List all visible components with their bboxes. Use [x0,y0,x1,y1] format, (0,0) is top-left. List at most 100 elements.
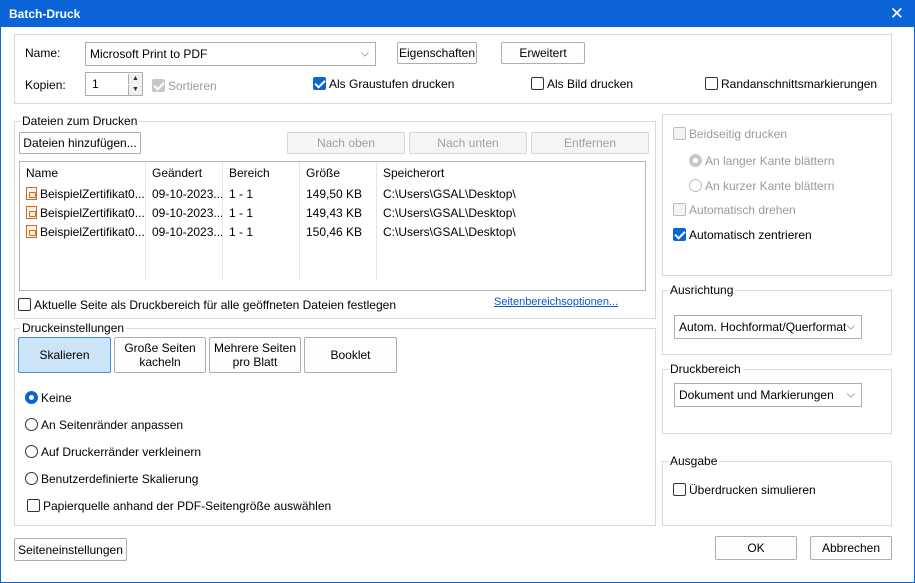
custom-scale-radio[interactable] [25,472,38,485]
files-table[interactable]: Name Geändert Bereich Größe Speicherort … [19,161,646,291]
scale-none-label: Keine [41,391,72,405]
orientation-select[interactable]: Autom. Hochformat/Querformat ⌵ [674,315,862,339]
file-modified: 09-10-2023... [146,204,223,223]
current-page-checkbox[interactable] [18,298,31,311]
table-row[interactable]: BeispielZertifikat0... 09-10-2023... 1 -… [20,223,645,242]
as-image-checkbox[interactable] [531,77,544,90]
chevron-down-icon: ⌵ [360,47,369,60]
pdf-file-icon [26,187,37,200]
output-legend: Ausgabe [668,454,720,468]
print-settings-legend: Druckeinstellungen [20,321,127,335]
stepper-down-icon[interactable]: ▼ [128,85,142,95]
tab-booklet[interactable]: Booklet [304,337,397,373]
copies-stepper[interactable]: 1 ▲ ▼ [85,72,143,96]
scale-none-radio[interactable] [25,391,38,404]
table-row[interactable]: BeispielZertifikat0... 09-10-2023... 1 -… [20,185,645,204]
range-options-link[interactable]: Seitenbereichsoptionen... [494,296,618,308]
as-image-label: Als Bild drucken [547,77,634,91]
current-page-label: Aktuelle Seite als Druckbereich für alle… [34,298,396,312]
move-down-button[interactable]: Nach unten [409,132,527,154]
file-location: C:\Users\GSAL\Desktop\ [383,225,516,239]
table-row[interactable]: BeispielZertifikat0... 09-10-2023... 1 -… [20,204,645,223]
column-header-name[interactable]: Name [20,162,146,184]
column-header-range[interactable]: Bereich [223,162,300,184]
tab-scale[interactable]: Skalieren [18,337,111,373]
add-files-button[interactable]: Dateien hinzufügen... [19,132,141,154]
auto-rotate-checkbox[interactable] [673,203,686,216]
both-sides-checkbox[interactable] [673,127,686,140]
chevron-down-icon: ⌵ [846,320,855,333]
overprint-label: Überdrucken simulieren [689,483,816,497]
grayscale-checkbox[interactable] [313,77,326,90]
pdf-file-icon [26,206,37,219]
title-bar: Batch-Druck ✕ [1,1,914,27]
advanced-button[interactable]: Erweitert [501,42,585,64]
stepper-up-icon[interactable]: ▲ [128,74,142,84]
file-modified: 09-10-2023... [146,223,223,242]
tab-multiple-line1: Mehrere Seiten [213,341,297,355]
column-header-location[interactable]: Speicherort [377,162,645,184]
tab-tile-line1: Große Seiten [124,341,196,355]
paper-source-label: Papierquelle anhand der PDF-Seitengröße … [43,499,332,513]
shrink-label: Auf Druckerränder verkleinern [41,445,202,459]
short-edge-radio[interactable] [689,179,702,192]
tab-tile-pages[interactable]: Große Seiten kacheln [114,337,206,373]
column-header-modified[interactable]: Geändert [146,162,223,184]
printer-select[interactable]: Microsoft Print to PDF ⌵ [85,42,376,66]
file-range: 1 - 1 [223,185,300,204]
file-name-cell: BeispielZertifikat0... [20,223,146,242]
both-sides-label: Beidseitig drucken [689,127,788,141]
file-range: 1 - 1 [223,204,300,223]
tab-multiple-pages[interactable]: Mehrere Seiten pro Blatt [209,337,301,373]
dialog-title: Batch-Druck [9,7,81,21]
fit-margins-radio[interactable] [25,418,38,431]
print-area-value: Dokument und Markierungen [679,388,834,402]
copies-label: Kopien: [25,78,66,92]
chevron-down-icon: ⌵ [846,388,855,401]
column-header-size[interactable]: Größe [300,162,377,184]
long-edge-label: An langer Kante blättern [705,154,835,168]
fit-margins-label: An Seitenränder anpassen [41,418,184,432]
empty-row [20,242,645,261]
shrink-radio[interactable] [25,445,38,458]
grayscale-label: Als Graustufen drucken [329,77,455,91]
copies-value: 1 [92,77,99,91]
overprint-checkbox[interactable] [673,483,686,496]
file-location: C:\Users\GSAL\Desktop\ [383,206,516,220]
file-name: BeispielZertifikat0... [40,187,145,201]
remove-button[interactable]: Entfernen [531,132,649,154]
tab-tile-line2: kacheln [139,355,181,369]
auto-rotate-label: Automatisch drehen [689,203,796,217]
printer-select-value: Microsoft Print to PDF [90,47,208,61]
file-range: 1 - 1 [223,223,300,242]
custom-scale-label: Benutzerdefinierte Skalierung [41,472,199,486]
close-icon[interactable]: ✕ [890,4,904,24]
batch-print-dialog: Batch-Druck ✕ Name: Microsoft Print to P… [0,0,915,583]
print-area-legend: Druckbereich [668,362,743,376]
ok-button[interactable]: OK [715,536,797,560]
bleed-marks-checkbox[interactable] [705,77,718,90]
file-name: BeispielZertifikat0... [40,225,145,239]
print-area-select[interactable]: Dokument und Markierungen ⌵ [674,383,862,407]
pdf-file-icon [26,225,37,238]
file-size: 149,50 KB [300,185,377,204]
short-edge-label: An kurzer Kante blättern [705,179,835,193]
move-up-button[interactable]: Nach oben [287,132,405,154]
file-size: 150,46 KB [300,223,377,242]
auto-center-checkbox[interactable] [673,228,686,241]
long-edge-radio[interactable] [689,154,702,167]
bleed-marks-label: Randanschnittsmarkierungen [721,77,878,91]
files-legend: Dateien zum Drucken [20,114,140,128]
collate-label: Sortieren [168,79,217,93]
properties-button[interactable]: Eigenschaften [397,42,477,64]
file-size: 149,43 KB [300,204,377,223]
page-setup-button[interactable]: Seiteneinstellungen [14,538,127,561]
paper-source-checkbox[interactable] [27,499,40,512]
printer-name-label: Name: [25,46,61,60]
cancel-button[interactable]: Abbrechen [810,536,892,560]
collate-checkbox[interactable] [152,79,165,92]
orientation-value: Autom. Hochformat/Querformat [679,320,847,334]
file-location: C:\Users\GSAL\Desktop\ [383,187,516,201]
orientation-legend: Ausrichtung [668,283,736,297]
file-name-cell: BeispielZertifikat0... [20,204,146,223]
